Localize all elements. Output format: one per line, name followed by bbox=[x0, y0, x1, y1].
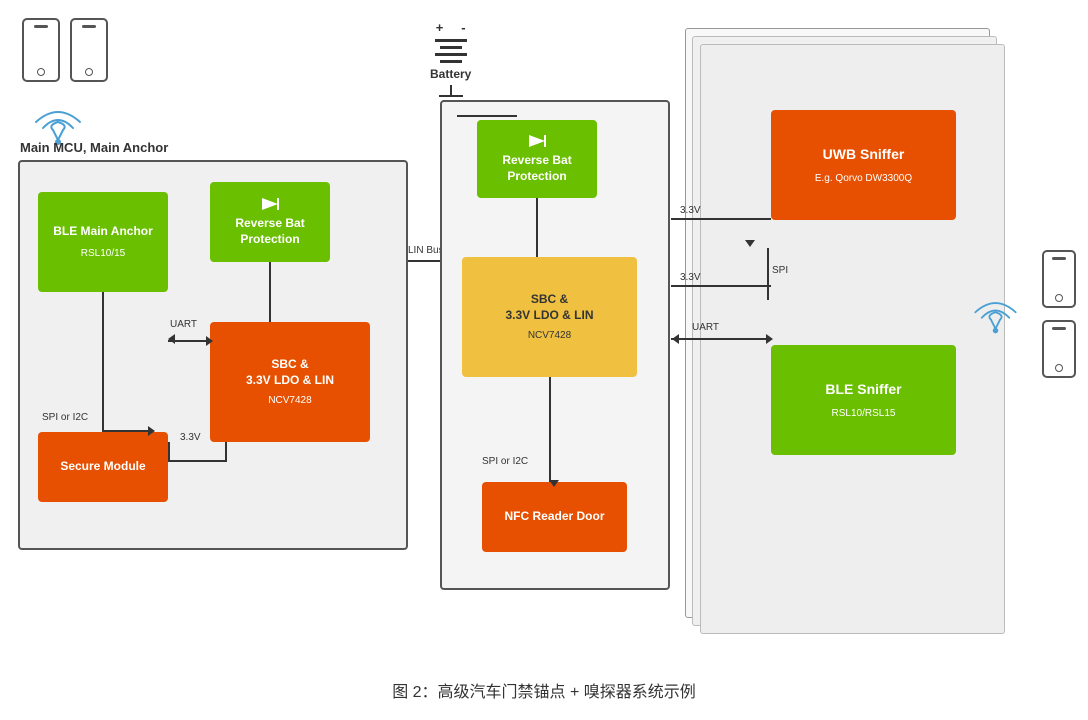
wire-33v-uwb bbox=[671, 218, 771, 220]
left-phones bbox=[22, 18, 108, 82]
phone-right-2 bbox=[1042, 320, 1076, 378]
lin-bus-label: LIN Bus bbox=[408, 245, 444, 256]
caption: 图 2：高级汽车门禁锚点 + 嗅探器系统示例 bbox=[0, 678, 1088, 702]
phone-left-2 bbox=[70, 18, 108, 82]
wire-33v-ble bbox=[671, 285, 771, 287]
secure-module-block: Secure Module bbox=[38, 432, 168, 502]
reverse-bat-left-block: Reverse Bat Protection bbox=[210, 182, 330, 262]
phone-left-1 bbox=[22, 18, 60, 82]
right-wifi-icon bbox=[968, 290, 1023, 345]
wire-ble-secure-h bbox=[102, 430, 152, 432]
uart-arrow bbox=[206, 336, 213, 346]
uart-label-left: UART bbox=[170, 319, 197, 330]
diagram-container: { "title": "图 2：高级汽车门禁锚点 + 嗅探器系统示例", "ca… bbox=[0, 0, 1088, 720]
wire-secure-vert bbox=[168, 442, 170, 462]
uart-arrow-right-back bbox=[672, 334, 679, 344]
wire-sbc-nfc bbox=[549, 377, 551, 482]
uart-arrow-right bbox=[766, 334, 773, 344]
uart-wire-right bbox=[671, 338, 771, 340]
sbc-ldo-right-block: SBC & 3.3V LDO & LIN NCV7428 bbox=[462, 257, 637, 377]
wire-sbc-down bbox=[225, 442, 227, 462]
spi-i2c-label-left: SPI or I2C bbox=[42, 412, 88, 423]
wire-ble-secure bbox=[102, 292, 104, 432]
battery-label: Battery bbox=[430, 67, 471, 81]
battery-symbol: +- Battery bbox=[430, 20, 471, 107]
door-module-box: Reverse Bat Protection SBC & 3.3V LDO & … bbox=[440, 100, 670, 590]
v33-label-right2: 3.3V bbox=[680, 272, 701, 283]
main-mcu-label: Main MCU, Main Anchor bbox=[20, 140, 168, 155]
wire-to-secure bbox=[168, 460, 226, 462]
spi-i2c-label-right: SPI or I2C bbox=[482, 456, 528, 467]
main-mcu-box: Main MCU, Main Anchor BLE Main Anchor RS… bbox=[18, 160, 408, 550]
right-phones bbox=[1042, 250, 1076, 378]
spi-wire-vert bbox=[767, 248, 769, 300]
battery-to-door-h bbox=[457, 115, 517, 117]
spi-label-right: SPI bbox=[772, 265, 788, 276]
uart-label-right: UART bbox=[692, 322, 719, 333]
uwb-sniffer-block: UWB Sniffer E.g. Qorvo DW3300Q bbox=[771, 110, 956, 220]
sbc-ldo-left-block: SBC & 3.3V LDO & LIN NCV7428 bbox=[210, 322, 370, 442]
reverse-bat-right-block: Reverse Bat Protection bbox=[477, 120, 597, 198]
v33-label-left: 3.3V bbox=[180, 432, 201, 443]
spi-arrow-down2 bbox=[745, 240, 755, 247]
ble-main-anchor-block: BLE Main Anchor RSL10/15 bbox=[38, 192, 168, 292]
wire-revbat-right-down bbox=[536, 198, 538, 257]
spi-arrow bbox=[148, 426, 155, 436]
spi-arrow-down bbox=[549, 480, 559, 494]
v33-label-right1: 3.3V bbox=[680, 205, 701, 216]
uart-arrow-back bbox=[168, 334, 175, 344]
wire-revbat-to-sbc bbox=[269, 262, 271, 322]
phone-right-1 bbox=[1042, 250, 1076, 308]
ble-sniffer-block: BLE Sniffer RSL10/RSL15 bbox=[771, 345, 956, 455]
